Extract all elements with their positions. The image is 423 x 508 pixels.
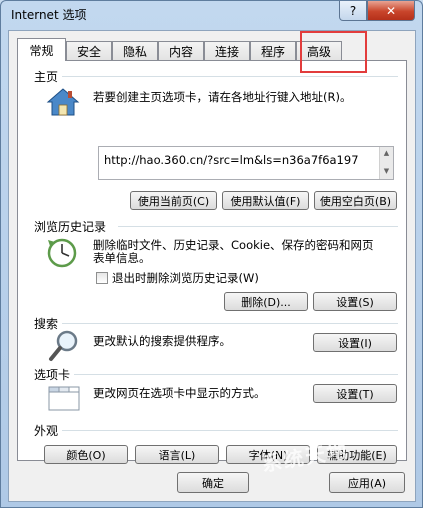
scroll-down-icon[interactable]: ▼ <box>380 165 393 177</box>
tabs-description: 更改网页在选项卡中显示的方式。 <box>93 386 266 400</box>
home-description: 若要创建主页选项卡，请在各地址行键入地址(R)。 <box>93 90 352 104</box>
history-section-divider <box>118 226 398 227</box>
tabs-section-divider <box>74 374 398 375</box>
help-button[interactable]: ? <box>339 1 367 21</box>
internet-options-window: Internet 选项 ? ✕ 常规 安全 隐私 内容 连接 程序 高级 主页 <box>0 0 423 508</box>
delete-on-exit-checkbox[interactable] <box>96 272 108 284</box>
appearance-section-title: 外观 <box>34 424 59 438</box>
scroll-up-icon[interactable]: ▲ <box>380 147 393 159</box>
tabbed-window-icon <box>48 383 80 411</box>
tab-general[interactable]: 常规 <box>17 38 66 61</box>
search-description: 更改默认的搜索提供程序。 <box>93 334 231 348</box>
apply-button[interactable]: 应用(A) <box>329 472 405 493</box>
home-section-divider <box>62 76 398 77</box>
dialog-button-bar: 确定 应用(A) <box>9 462 417 502</box>
window-title: Internet 选项 <box>11 8 87 22</box>
tabs-section-title: 选项卡 <box>34 368 71 382</box>
url-scrollbar[interactable]: ▲ ▼ <box>379 147 393 179</box>
home-page-url: http://hao.360.cn/?src=lm&ls=n36a7f6a197 <box>104 153 359 167</box>
tab-content[interactable]: 内容 <box>158 41 204 60</box>
clock-history-icon <box>46 237 80 269</box>
dialog-client-area: 常规 安全 隐私 内容 连接 程序 高级 主页 若要创建主页选项卡，请在各地址行… <box>8 30 416 502</box>
tab-programs[interactable]: 程序 <box>250 41 296 60</box>
home-page-url-textarea[interactable]: http://hao.360.cn/?src=lm&ls=n36a7f6a197… <box>98 146 394 180</box>
magnifier-icon <box>48 329 80 363</box>
appearance-section-divider <box>62 430 398 431</box>
use-default-button[interactable]: 使用默认值(F) <box>222 191 309 210</box>
close-button[interactable]: ✕ <box>367 1 415 21</box>
history-section-title: 浏览历史记录 <box>34 220 107 234</box>
use-current-button[interactable]: 使用当前页(C) <box>130 191 217 210</box>
house-icon <box>46 87 80 117</box>
delete-history-button[interactable]: 删除(D)... <box>224 292 308 311</box>
tab-privacy[interactable]: 隐私 <box>112 41 158 60</box>
use-blank-button[interactable]: 使用空白页(B) <box>314 191 397 210</box>
tabs-settings-button[interactable]: 设置(T) <box>313 384 397 403</box>
delete-on-exit-label: 退出时删除浏览历史记录(W) <box>112 271 259 285</box>
advanced-tab-highlight-box <box>300 31 367 73</box>
search-settings-button[interactable]: 设置(I) <box>313 333 397 352</box>
tab-security[interactable]: 安全 <box>66 41 112 60</box>
history-description-line2: 表单信息。 <box>93 251 151 265</box>
home-section-title: 主页 <box>34 70 59 84</box>
general-tab-panel: 主页 若要创建主页选项卡，请在各地址行键入地址(R)。 http://hao.3… <box>17 60 407 464</box>
search-section-divider <box>62 323 398 324</box>
history-settings-button[interactable]: 设置(S) <box>313 292 397 311</box>
ok-button[interactable]: 确定 <box>177 472 249 493</box>
tab-connections[interactable]: 连接 <box>204 41 250 60</box>
